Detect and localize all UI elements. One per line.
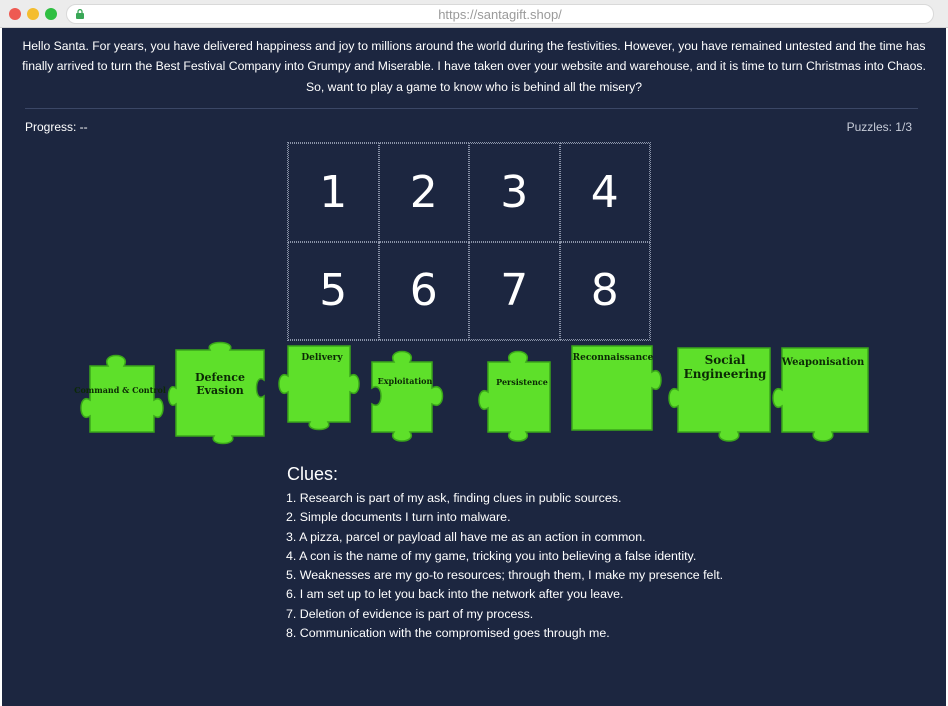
browser-toolbar: https://santagift.shop/	[0, 0, 948, 28]
grid-slot-5[interactable]: 5	[288, 241, 379, 340]
intro-text: Hello Santa. For years, you have deliver…	[20, 36, 928, 97]
slot-number: 4	[590, 166, 619, 218]
divider	[25, 108, 918, 109]
clue-item: 6. I am set up to let you back into the …	[286, 587, 624, 602]
slot-number: 7	[500, 265, 529, 317]
puzzle-piece-weaponisation[interactable]: Weaponisation	[772, 346, 872, 446]
grid-slot-1[interactable]: 1	[288, 143, 379, 242]
slot-number: 5	[319, 265, 348, 317]
puzzle-piece-defence-evasion[interactable]: Defence Evasion	[167, 341, 270, 446]
intro-question: So, want to play a game to know who is b…	[305, 80, 642, 94]
piece-label: Exploitation	[377, 376, 433, 386]
grid-slot-8[interactable]: 8	[559, 241, 650, 340]
clue-item: 8. Communication with the compromised go…	[286, 626, 610, 641]
clue-item: 7. Deletion of evidence is part of my pr…	[286, 606, 534, 621]
clues-heading: Clues:	[287, 464, 339, 484]
address-bar[interactable]: https://santagift.shop/	[66, 4, 934, 24]
progress-indicator: Progress: --	[25, 120, 88, 134]
grid-slot-6[interactable]: 6	[378, 241, 469, 340]
grid-slot-4[interactable]: 4	[559, 143, 650, 242]
clue-item: 2. Simple documents I turn into malware.	[286, 510, 511, 525]
puzzle-piece-shape	[371, 350, 444, 442]
slot-number: 6	[409, 265, 438, 317]
puzzle-counter: Puzzles: 1/3	[846, 120, 912, 134]
clues-list: 1. Research is part of my ask, finding c…	[286, 489, 723, 643]
clue-item: 4. A con is the name of my game, trickin…	[286, 548, 697, 563]
zoom-window-button[interactable]	[45, 8, 57, 20]
clue-item: 1. Research is part of my ask, finding c…	[286, 491, 622, 505]
close-window-button[interactable]	[9, 8, 21, 20]
piece-label: Social Engineering	[683, 353, 767, 381]
clue-item: 3. A pizza, parcel or payload all have m…	[286, 529, 646, 544]
piece-label: Weaponisation	[781, 357, 865, 368]
puzzle-piece-reconnaissance[interactable]: Reconnaissance	[570, 344, 670, 444]
puzzle-piece-social-engineering[interactable]: Social Engineering	[668, 346, 772, 446]
slot-number: 1	[319, 166, 348, 218]
grid-slot-3[interactable]: 3	[469, 143, 560, 242]
puzzle-piece-exploitation[interactable]: Exploitation	[360, 346, 460, 446]
piece-label: Delivery	[301, 353, 343, 363]
clue-item: 5. Weaknesses are my go-to resources; th…	[286, 568, 724, 583]
slot-number: 8	[590, 265, 619, 317]
piece-label: Reconnaissance	[572, 353, 654, 363]
intro-paragraph: Hello Santa. For years, you have deliver…	[22, 39, 926, 73]
puzzle-piece-command-and-control[interactable]: Command & Control	[70, 346, 170, 446]
puzzle-piece-shape	[80, 354, 164, 433]
page-content: Hello Santa. For years, you have deliver…	[2, 28, 946, 706]
answer-grid: 1 2 3 4 5 6 7 8	[287, 142, 651, 341]
slot-number: 2	[409, 166, 438, 218]
piece-label: Defence Evasion	[195, 371, 245, 397]
piece-label: Command & Control	[74, 385, 166, 395]
slot-number: 3	[500, 166, 529, 218]
minimize-window-button[interactable]	[27, 8, 39, 20]
piece-label: Persistence	[496, 377, 548, 387]
puzzle-piece-delivery[interactable]: Delivery	[272, 345, 372, 446]
url-text: https://santagift.shop/	[438, 7, 562, 22]
grid-slot-7[interactable]: 7	[469, 241, 560, 340]
grid-slot-2[interactable]: 2	[378, 143, 469, 242]
